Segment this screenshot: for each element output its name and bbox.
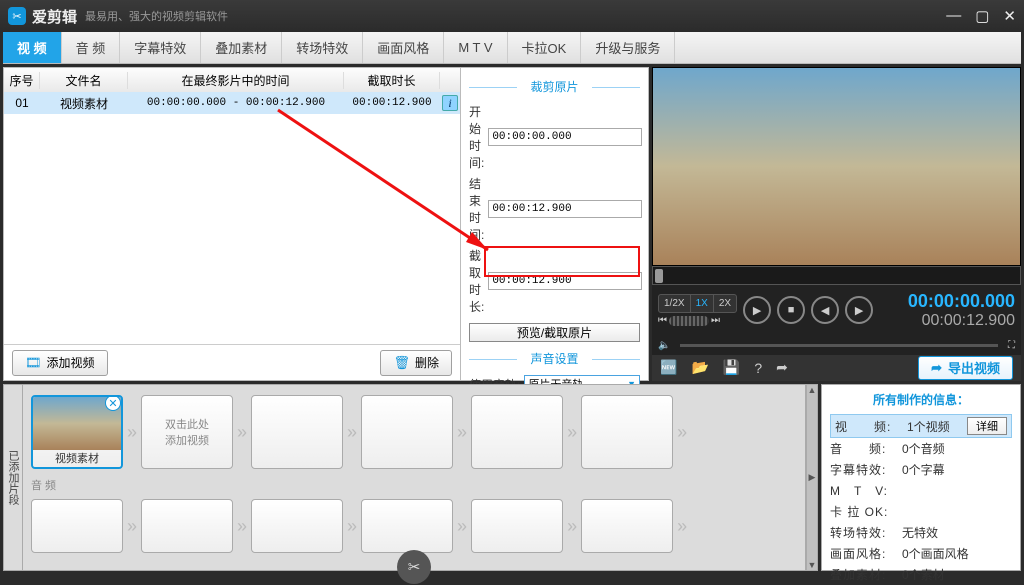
maximize-button[interactable]: ▢ xyxy=(975,7,989,25)
tab-video[interactable]: 视 频 xyxy=(3,32,62,63)
col-range: 在最终影片中的时间 xyxy=(128,72,344,89)
start-time-label: 开始时间: xyxy=(469,103,484,171)
col-num: 序号 xyxy=(4,72,40,89)
trim-section-title: 裁剪原片 xyxy=(469,78,640,95)
audio-clip-empty[interactable] xyxy=(581,499,673,553)
clips-column-tab[interactable]: 已添加片段 xyxy=(3,384,23,571)
preview-panel: 1/2X1X2X ⏮ ⏭ ▶ ■ ◀ ▶ 00:00:00.000 00:00:… xyxy=(652,67,1021,381)
preview-toolbar: 🆕 📂 💾 ? ➦ ➦导出视频 xyxy=(652,355,1021,381)
next-frame-button[interactable]: ▶ xyxy=(845,296,873,324)
tab-upgrade[interactable]: 升级与服务 xyxy=(581,32,675,63)
cell-num: 01 xyxy=(4,96,40,110)
fullscreen-icon[interactable]: ⛶ xyxy=(1008,340,1015,351)
save-icon[interactable]: 💾 xyxy=(723,359,740,376)
info-title: 所有制作的信息： xyxy=(830,391,1012,408)
stop-button[interactable]: ■ xyxy=(777,296,805,324)
info-row: M T V: xyxy=(830,480,1012,501)
end-time-label: 结束时间: xyxy=(469,175,484,243)
help-icon[interactable]: ? xyxy=(754,360,762,376)
time-current: 00:00:00.000 xyxy=(908,291,1015,312)
tab-karaoke[interactable]: 卡拉OK xyxy=(508,32,582,63)
preview-volume-slider[interactable] xyxy=(680,344,998,347)
clip-item-selected[interactable]: ✕ 视频素材 xyxy=(31,395,123,469)
main-tabbar: 视 频 音 频 字幕特效 叠加素材 转场特效 画面风格 M T V 卡拉OK 升… xyxy=(3,32,1021,64)
clip-empty[interactable] xyxy=(471,395,563,469)
tab-style[interactable]: 画面风格 xyxy=(363,32,444,63)
tab-transition[interactable]: 转场特效 xyxy=(282,32,363,63)
detail-button[interactable]: 详细 xyxy=(967,417,1007,435)
audio-clip-empty[interactable] xyxy=(141,499,233,553)
tab-overlay[interactable]: 叠加素材 xyxy=(201,32,282,63)
clip-empty[interactable] xyxy=(251,395,343,469)
info-row-video[interactable]: 视 频: 1个视频 详细 xyxy=(830,414,1012,438)
preview-trim-button[interactable]: 预览/截取原片 xyxy=(469,323,640,342)
info-row: 音 频:0个音频 xyxy=(830,438,1012,459)
jog-wheel[interactable] xyxy=(669,316,709,326)
settings-panel: 裁剪原片 开始时间: 结束时间: 截取时长: 预览/截取原片 声音设置 使用音轨… xyxy=(461,67,649,381)
audio-section-title: 声音设置 xyxy=(469,350,640,367)
audio-clip-empty[interactable] xyxy=(31,499,123,553)
info-row: 卡 拉 OK: xyxy=(830,501,1012,522)
add-video-button[interactable]: 🎞添加视频 xyxy=(12,350,108,376)
export-video-button[interactable]: ➦导出视频 xyxy=(918,356,1013,380)
info-row: 字幕特效:0个字幕 xyxy=(830,459,1012,480)
arrow-icon: » xyxy=(127,422,137,443)
clip-list-panel: 序号 文件名 在最终影片中的时间 截取时长 01 视频素材 00:00:00.0… xyxy=(3,67,461,381)
new-icon[interactable]: 🆕 xyxy=(660,359,677,376)
time-total: 00:00:12.900 xyxy=(908,312,1015,330)
play-button[interactable]: ▶ xyxy=(743,296,771,324)
tab-subtitle[interactable]: 字幕特效 xyxy=(120,32,201,63)
delete-button[interactable]: 🗑删除 xyxy=(380,350,452,376)
scissors-button[interactable]: ✂ xyxy=(397,550,431,584)
trash-icon: 🗑 xyxy=(393,355,410,371)
table-header: 序号 文件名 在最终影片中的时间 截取时长 xyxy=(4,68,460,92)
share-icon[interactable]: ➦ xyxy=(776,359,788,376)
start-time-input[interactable] xyxy=(488,128,642,146)
film-icon: 🎞 xyxy=(25,355,42,371)
audio-clip-empty[interactable] xyxy=(251,499,343,553)
ffwd-icon[interactable]: ⏭ xyxy=(711,315,720,326)
table-row[interactable]: 01 视频素材 00:00:00.000 - 00:00:12.900 00:0… xyxy=(4,92,460,114)
col-dur: 截取时长 xyxy=(344,72,440,89)
scrub-bar[interactable] xyxy=(652,266,1021,285)
info-row: 叠加素材:0个素材 xyxy=(830,564,1012,585)
player-controls: 1/2X1X2X ⏮ ⏭ ▶ ■ ◀ ▶ 00:00:00.000 00:00:… xyxy=(652,285,1021,336)
remove-clip-icon[interactable]: ✕ xyxy=(105,395,121,411)
app-logo-icon: ✂ xyxy=(8,7,26,25)
cell-range: 00:00:00.000 - 00:00:12.900 xyxy=(128,97,344,109)
app-name: 爱剪辑 xyxy=(32,6,77,27)
rewind-icon[interactable]: ⏮ xyxy=(658,315,667,326)
speed-selector[interactable]: 1/2X1X2X xyxy=(658,294,737,313)
clip-empty[interactable] xyxy=(361,395,453,469)
production-info-panel: 所有制作的信息： 视 频: 1个视频 详细 音 频:0个音频 字幕特效:0个字幕… xyxy=(821,384,1021,571)
clip-empty[interactable] xyxy=(581,395,673,469)
app-tagline: 最易用、强大的视频剪辑软件 xyxy=(85,8,228,24)
video-preview[interactable] xyxy=(652,67,1021,266)
end-time-input[interactable] xyxy=(488,200,642,218)
info-icon[interactable]: i xyxy=(442,95,458,111)
export-icon: ➦ xyxy=(931,360,942,376)
col-name: 文件名 xyxy=(40,72,128,89)
audio-clip-empty[interactable] xyxy=(361,499,453,553)
clip-placeholder[interactable]: 双击此处 添加视频 xyxy=(141,395,233,469)
dur-input[interactable] xyxy=(488,272,642,290)
clips-timeline: ✕ 视频素材 » 双击此处 添加视频 » » » » » 音 频 » » » »… xyxy=(23,384,806,571)
volume-icon[interactable]: 🔈 xyxy=(658,340,670,351)
minimize-button[interactable]: — xyxy=(946,7,961,25)
cell-name: 视频素材 xyxy=(40,95,128,112)
tab-audio[interactable]: 音 频 xyxy=(62,32,121,63)
tab-mtv[interactable]: M T V xyxy=(444,32,507,63)
prev-frame-button[interactable]: ◀ xyxy=(811,296,839,324)
dur-label: 截取时长: xyxy=(469,247,484,315)
audio-clip-empty[interactable] xyxy=(471,499,563,553)
info-row: 画面风格:0个画面风格 xyxy=(830,543,1012,564)
audio-row-label: 音 频 xyxy=(31,477,797,493)
close-button[interactable]: ✕ xyxy=(1003,7,1016,25)
info-row: 转场特效:无特效 xyxy=(830,522,1012,543)
clips-scrollbar[interactable]: ▲▶▼ xyxy=(806,384,818,571)
cell-dur: 00:00:12.900 xyxy=(344,97,440,109)
open-icon[interactable]: 📂 xyxy=(691,359,708,376)
titlebar: ✂ 爱剪辑 最易用、强大的视频剪辑软件 — ▢ ✕ xyxy=(0,0,1024,32)
